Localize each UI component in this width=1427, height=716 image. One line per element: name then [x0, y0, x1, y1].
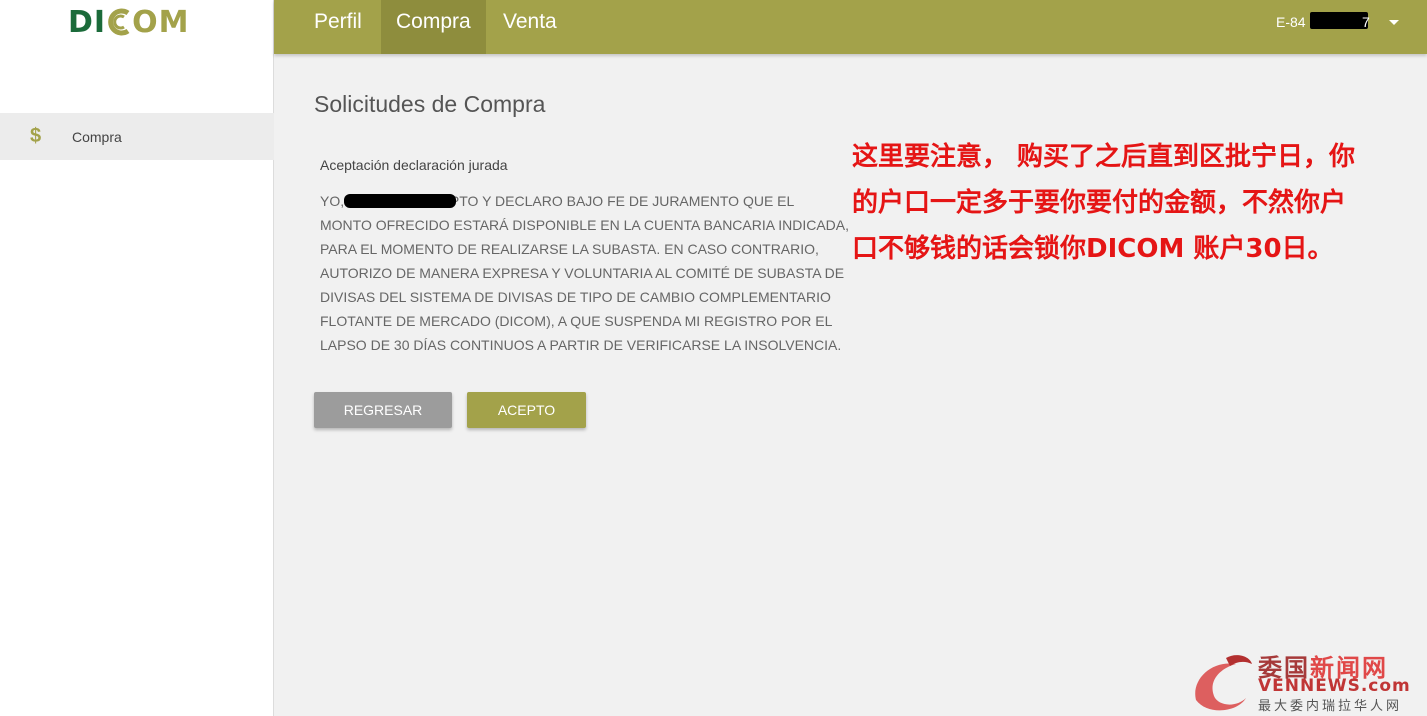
logo-c-mark	[106, 7, 132, 37]
redacted-name	[344, 194, 456, 208]
acepto-button[interactable]: ACEPTO	[467, 392, 586, 428]
watermark-swirl-icon	[1195, 655, 1252, 711]
tab-compra[interactable]: Compra	[381, 0, 486, 54]
sidebar: DI OM $ Compra	[0, 0, 274, 716]
annotation-line: 的户口一定多于要你要付的金额，不然你户	[852, 188, 1347, 218]
dicom-logo[interactable]: DI OM	[68, 4, 190, 40]
logo-text-m2: M	[158, 4, 190, 40]
annotation-line: 这里要注意， 购买了之后直到区批宁日，你	[852, 142, 1356, 172]
user-id-prefix: E-84	[1276, 14, 1306, 30]
annotation-line: 口不够钱的话会锁你DICOM 账户30日。	[852, 234, 1334, 264]
watermark-slogan: 最大委内瑞拉华人网	[1258, 698, 1403, 713]
user-id-suffix: 7	[1362, 14, 1370, 30]
declaration-line: MONTO OFRECIDO ESTARÁ DISPONIBLE EN LA C…	[320, 217, 849, 233]
regresar-button[interactable]: REGRESAR	[314, 392, 452, 428]
watermark-domain: VENNEWS.com	[1258, 676, 1411, 696]
sidebar-item-compra[interactable]: $ Compra	[0, 113, 274, 160]
declaration-title: Aceptación declaración jurada	[320, 157, 508, 173]
watermark: 委国新闻网 VENNEWS.com 最大委内瑞拉华人网	[1186, 648, 1427, 716]
dollar-icon: $	[30, 125, 42, 147]
chevron-down-icon[interactable]	[1389, 20, 1399, 25]
declaration-line: AUTORIZO DE MANERA EXPRESA Y VOLUNTARIA …	[320, 265, 845, 281]
page-title: Solicitudes de Compra	[314, 91, 546, 117]
logo-text-di: DI	[68, 4, 107, 40]
top-nav-bar: Perfil Compra Venta	[274, 0, 1427, 54]
declaration-text: YO, ACEPTO Y DECLARO BAJO FE DE JURAMENT…	[320, 189, 860, 357]
declaration-line: LAPSO DE 30 DÍAS CONTINUOS A PARTIR DE V…	[320, 337, 842, 353]
sidebar-item-label: Compra	[72, 128, 122, 145]
annotation-note: 这里要注意， 购买了之后直到区批宁日，你 的户口一定多于要你要付的金额，不然你户…	[852, 134, 1412, 272]
declaration-line: PARA EL MOMENTO DE REALIZARSE LA SUBASTA…	[320, 241, 819, 257]
logo-text-m: O	[132, 4, 159, 40]
declaration-line: FLOTANTE DE MERCADO (DICOM), A QUE SUSPE…	[320, 313, 833, 329]
declaration-line: DIVISAS DEL SISTEMA DE DIVISAS DE TIPO D…	[320, 289, 831, 305]
tab-perfil[interactable]: Perfil	[299, 0, 377, 54]
redacted-user-id	[1310, 12, 1368, 29]
tab-venta[interactable]: Venta	[488, 0, 572, 54]
